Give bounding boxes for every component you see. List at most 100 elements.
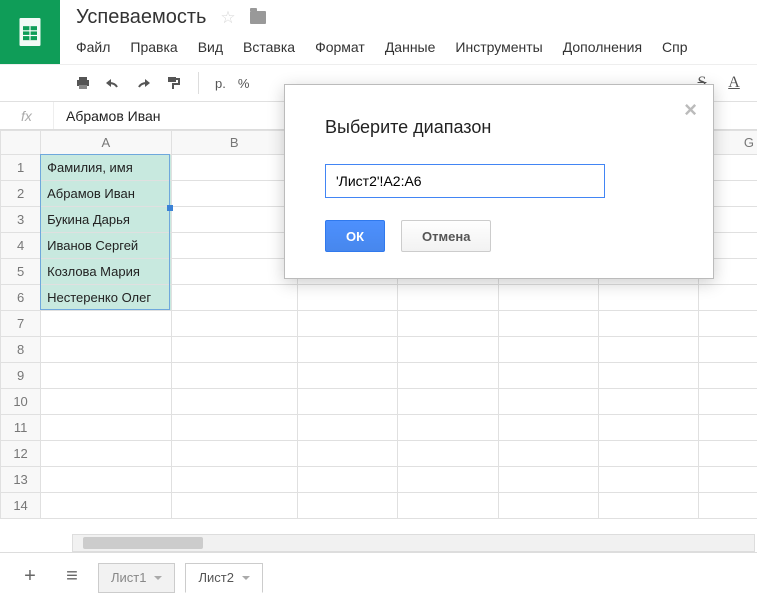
cell-G13[interactable]	[699, 467, 757, 493]
cell-D7[interactable]	[398, 311, 498, 337]
cell-E7[interactable]	[498, 311, 598, 337]
cell-B14[interactable]	[171, 493, 297, 519]
cell-B12[interactable]	[171, 441, 297, 467]
cell-G12[interactable]	[699, 441, 757, 467]
cell-G9[interactable]	[699, 363, 757, 389]
print-icon[interactable]	[70, 70, 96, 96]
text-color-icon[interactable]: A	[721, 70, 747, 96]
cell-E6[interactable]	[498, 285, 598, 311]
cell-C14[interactable]	[297, 493, 397, 519]
menu-file[interactable]: Файл	[76, 39, 110, 55]
row-header[interactable]: 4	[1, 233, 41, 259]
select-all-corner[interactable]	[1, 131, 41, 155]
cell-F6[interactable]	[598, 285, 698, 311]
cell-F13[interactable]	[598, 467, 698, 493]
sheet-tab-1[interactable]: Лист1	[98, 563, 175, 593]
cell-C11[interactable]	[297, 415, 397, 441]
menu-tools[interactable]: Инструменты	[455, 39, 542, 55]
cell-F14[interactable]	[598, 493, 698, 519]
range-input[interactable]	[325, 164, 605, 198]
cell-G7[interactable]	[699, 311, 757, 337]
cell-F7[interactable]	[598, 311, 698, 337]
cell-B13[interactable]	[171, 467, 297, 493]
cell-A7[interactable]	[41, 311, 171, 337]
cell-A8[interactable]	[41, 337, 171, 363]
row-header[interactable]: 6	[1, 285, 41, 311]
col-header-B[interactable]: B	[171, 131, 297, 155]
close-icon[interactable]: ×	[684, 99, 697, 121]
sheet-tab-2[interactable]: Лист2	[185, 563, 262, 593]
row-header[interactable]: 11	[1, 415, 41, 441]
horizontal-scrollbar[interactable]	[72, 534, 755, 552]
cell-E9[interactable]	[498, 363, 598, 389]
cell-C9[interactable]	[297, 363, 397, 389]
menu-help[interactable]: Спр	[662, 39, 687, 55]
percent-button[interactable]: %	[234, 70, 254, 96]
row-header[interactable]: 1	[1, 155, 41, 181]
row-header[interactable]: 14	[1, 493, 41, 519]
cell-D10[interactable]	[398, 389, 498, 415]
cell-G11[interactable]	[699, 415, 757, 441]
row-header[interactable]: 10	[1, 389, 41, 415]
cell-E12[interactable]	[498, 441, 598, 467]
cell-G8[interactable]	[699, 337, 757, 363]
menu-view[interactable]: Вид	[198, 39, 223, 55]
star-icon[interactable]: ☆	[220, 8, 235, 28]
cell-A14[interactable]	[41, 493, 171, 519]
cell-E11[interactable]	[498, 415, 598, 441]
formula-value[interactable]: Абрамов Иван	[54, 108, 161, 124]
add-sheet-button[interactable]: +	[14, 561, 46, 593]
cell-E13[interactable]	[498, 467, 598, 493]
cell-D8[interactable]	[398, 337, 498, 363]
cell-C10[interactable]	[297, 389, 397, 415]
paint-format-icon[interactable]	[160, 70, 186, 96]
ok-button[interactable]: ОК	[325, 220, 385, 252]
col-header-A[interactable]: A	[41, 131, 171, 155]
cell-B10[interactable]	[171, 389, 297, 415]
row-header[interactable]: 9	[1, 363, 41, 389]
folder-icon[interactable]	[250, 11, 266, 24]
chevron-down-icon[interactable]	[242, 576, 250, 580]
row-header[interactable]: 12	[1, 441, 41, 467]
cell-A9[interactable]	[41, 363, 171, 389]
undo-icon[interactable]	[100, 70, 126, 96]
cell-F12[interactable]	[598, 441, 698, 467]
menu-insert[interactable]: Вставка	[243, 39, 295, 55]
cell-C6[interactable]	[297, 285, 397, 311]
fx-icon[interactable]: fx	[0, 102, 54, 129]
cell-A13[interactable]	[41, 467, 171, 493]
cell-E14[interactable]	[498, 493, 598, 519]
cell-A1[interactable]: Фамилия, имя	[41, 155, 171, 181]
redo-icon[interactable]	[130, 70, 156, 96]
cell-G14[interactable]	[699, 493, 757, 519]
cell-C7[interactable]	[297, 311, 397, 337]
cell-A3[interactable]: Букина Дарья	[41, 207, 171, 233]
menu-edit[interactable]: Правка	[130, 39, 177, 55]
document-title[interactable]: Успеваемость	[76, 6, 206, 29]
row-header[interactable]: 13	[1, 467, 41, 493]
fill-handle[interactable]	[167, 205, 173, 211]
cell-B11[interactable]	[171, 415, 297, 441]
menu-data[interactable]: Данные	[385, 39, 436, 55]
menu-addons[interactable]: Дополнения	[563, 39, 642, 55]
row-header[interactable]: 5	[1, 259, 41, 285]
menu-format[interactable]: Формат	[315, 39, 365, 55]
cell-F8[interactable]	[598, 337, 698, 363]
cell-C8[interactable]	[297, 337, 397, 363]
cell-B4[interactable]	[171, 233, 297, 259]
cell-G10[interactable]	[699, 389, 757, 415]
cell-F10[interactable]	[598, 389, 698, 415]
cell-A4[interactable]: Иванов Сергей	[41, 233, 171, 259]
cell-D6[interactable]	[398, 285, 498, 311]
cell-A10[interactable]	[41, 389, 171, 415]
cell-A11[interactable]	[41, 415, 171, 441]
cell-E8[interactable]	[498, 337, 598, 363]
row-header[interactable]: 2	[1, 181, 41, 207]
scrollbar-thumb[interactable]	[83, 537, 203, 549]
cancel-button[interactable]: Отмена	[401, 220, 491, 252]
cell-B5[interactable]	[171, 259, 297, 285]
cell-A12[interactable]	[41, 441, 171, 467]
cell-D9[interactable]	[398, 363, 498, 389]
cell-D14[interactable]	[398, 493, 498, 519]
currency-button[interactable]: р.	[211, 70, 230, 96]
